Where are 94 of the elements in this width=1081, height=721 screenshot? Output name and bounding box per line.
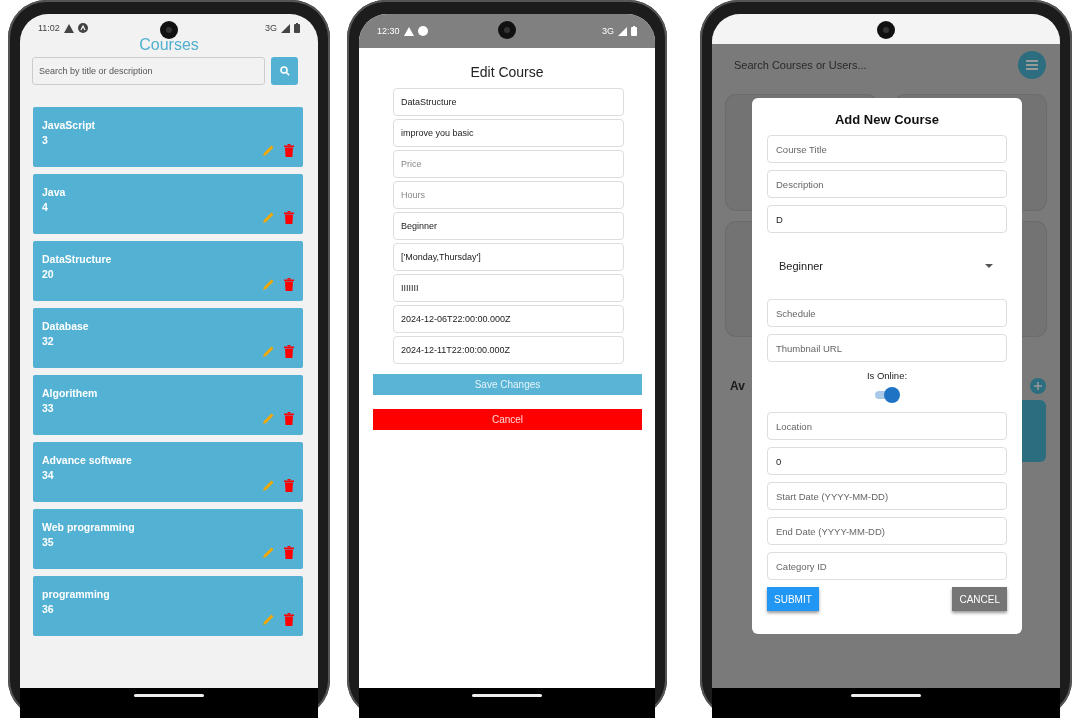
trash-icon[interactable] (284, 144, 294, 157)
course-count: 35 (42, 536, 55, 548)
input-field[interactable]: Price (393, 150, 624, 178)
signal-icon (618, 26, 627, 36)
input-field[interactable]: 0 (767, 447, 1007, 475)
input-field[interactable]: 2024-12-11T22:00:00.000Z (393, 336, 624, 364)
dialog-title: Edit Course (469, 64, 545, 80)
input-field[interactable]: DataStructure (393, 88, 624, 116)
home-indicator[interactable] (472, 694, 542, 697)
pencil-icon[interactable] (262, 546, 275, 559)
input-field[interactable]: Thumbnail URL (767, 334, 1007, 362)
warning-icon (403, 26, 414, 36)
course-title: Java (42, 186, 67, 198)
course-title: programming (42, 588, 111, 600)
course-card[interactable]: JavaScript 3 (33, 107, 303, 167)
input-field[interactable]: IIIIIII (393, 274, 624, 302)
screen-title: Courses (138, 36, 200, 54)
course-card[interactable]: Algorithem 33 (33, 375, 303, 435)
input-field[interactable]: Description (767, 170, 1007, 198)
course-card[interactable]: Web programming 35 (33, 509, 303, 569)
input-field[interactable]: improve you basic (393, 119, 624, 147)
menu-icon[interactable] (1018, 51, 1046, 79)
network-type: 3G (265, 23, 277, 33)
trash-icon[interactable] (284, 412, 294, 425)
input-field[interactable]: Course Title (767, 135, 1007, 163)
cancel-button[interactable]: CANCEL (952, 587, 1007, 611)
camera-icon (160, 21, 178, 39)
course-count: 20 (42, 268, 55, 280)
input-field[interactable]: Category ID (767, 552, 1007, 580)
course-count: 3 (42, 134, 49, 146)
course-title: DataStructure (42, 253, 113, 265)
input-field[interactable]: Beginner (393, 212, 624, 240)
input-field[interactable]: Location (767, 412, 1007, 440)
trash-icon[interactable] (284, 479, 294, 492)
input-field[interactable]: 2024-12-06T22:00:00.000Z (393, 305, 624, 333)
trash-icon[interactable] (284, 211, 294, 224)
dialog-title: Add New Course (834, 112, 940, 127)
course-card[interactable]: Database 32 (33, 308, 303, 368)
pencil-icon[interactable] (262, 211, 275, 224)
pencil-icon[interactable] (262, 479, 275, 492)
signal-icon (281, 23, 290, 33)
camera-icon (877, 21, 895, 39)
warning-icon (63, 23, 74, 33)
submit-button[interactable]: SUBMIT (767, 587, 819, 611)
battery-icon (631, 26, 637, 36)
course-title: Database (42, 320, 90, 332)
course-card[interactable]: programming 36 (33, 576, 303, 636)
course-count: 32 (42, 335, 55, 347)
section-title: Av (730, 379, 745, 393)
trash-icon[interactable] (284, 546, 294, 559)
pencil-icon[interactable] (262, 345, 275, 358)
dropdown-caret-icon (985, 264, 993, 268)
course-count: 4 (42, 201, 49, 213)
input-field[interactable]: Schedule (767, 299, 1007, 327)
course-count: 33 (42, 402, 55, 414)
trash-icon[interactable] (284, 345, 294, 358)
course-card[interactable]: Advance software 34 (33, 442, 303, 502)
camera-icon (498, 21, 516, 39)
pencil-icon[interactable] (262, 278, 275, 291)
course-title: Advance software (42, 454, 133, 466)
course-card[interactable]: Java 4 (33, 174, 303, 234)
search-button[interactable] (271, 57, 298, 85)
notification-icon (417, 26, 428, 36)
course-title: JavaScript (42, 119, 97, 131)
input-field[interactable]: Hours (393, 181, 624, 209)
clock-time: 12:30 (377, 26, 400, 36)
trash-icon[interactable] (284, 278, 294, 291)
search-field[interactable]: Search by title or description (32, 57, 265, 85)
course-count: 36 (42, 603, 55, 615)
field-label: Is Online: (866, 370, 908, 381)
pencil-icon[interactable] (262, 144, 275, 157)
course-card[interactable]: DataStructure 20 (33, 241, 303, 301)
online-switch[interactable] (874, 387, 900, 403)
battery-icon (294, 23, 300, 33)
input-field[interactable]: ['Monday,Thursday'] (393, 243, 624, 271)
pencil-icon[interactable] (262, 412, 275, 425)
clock-time: 11:02 (38, 23, 60, 33)
input-field[interactable]: D (767, 205, 1007, 233)
course-count: 34 (42, 469, 55, 481)
input-field[interactable]: Start Date (YYYY-MM-DD) (767, 482, 1007, 510)
search-field[interactable]: Search Courses or Users... (734, 55, 934, 75)
level-dropdown[interactable]: Beginner (767, 240, 1007, 292)
course-title: Algorithem (42, 387, 99, 399)
course-title: Web programming (42, 521, 136, 533)
home-indicator[interactable] (851, 694, 921, 697)
cancel-button[interactable]: Cancel (373, 409, 642, 430)
plus-icon[interactable] (1030, 378, 1046, 394)
pencil-icon[interactable] (262, 613, 275, 626)
notification-icon (77, 23, 88, 33)
network-type: 3G (602, 26, 614, 36)
search-icon (279, 66, 290, 76)
trash-icon[interactable] (284, 613, 294, 626)
home-indicator[interactable] (134, 694, 204, 697)
input-field[interactable]: End Date (YYYY-MM-DD) (767, 517, 1007, 545)
